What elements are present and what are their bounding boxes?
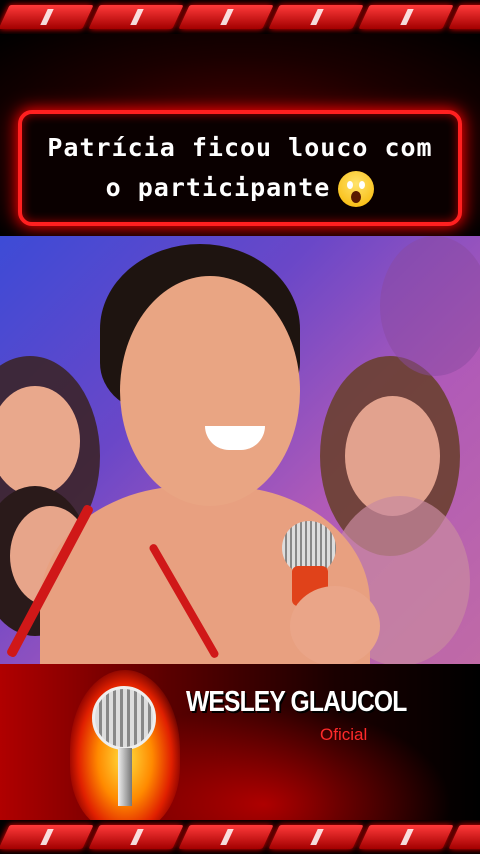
scream-face-icon (338, 171, 375, 207)
channel-subtitle: Oficial (320, 725, 368, 744)
microphone-fire-icon (70, 670, 180, 830)
caption-line-2: o participante (106, 168, 375, 208)
channel-name: WESLEY GLAUCOL (186, 686, 407, 718)
caption-header: Patrícia ficou louco com o participante (0, 34, 480, 236)
video-frame[interactable] (0, 236, 480, 664)
caption-line-2-text: o participante (105, 173, 331, 202)
caption-line-1: Patrícia ficou louco com (47, 133, 433, 162)
caption-box: Patrícia ficou louco com o participante (18, 110, 462, 226)
bottom-decorative-stripe (0, 820, 480, 854)
top-decorative-stripe (0, 0, 480, 34)
